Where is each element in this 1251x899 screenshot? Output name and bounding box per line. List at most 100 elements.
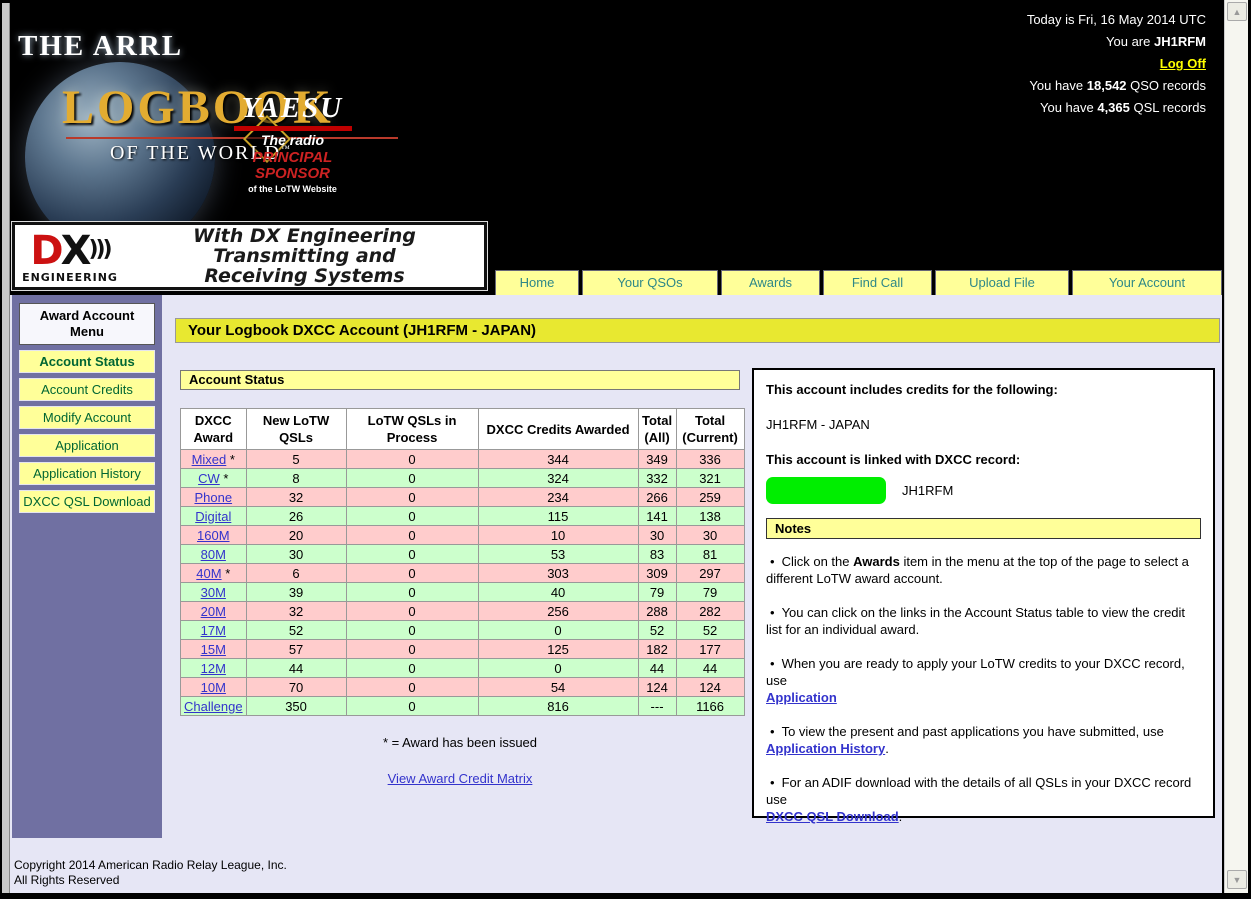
note3-pre: When you are ready to apply your LoTW cr…: [766, 656, 1185, 688]
in-process-cell: 0: [346, 602, 478, 621]
new-qsls-cell: 44: [246, 659, 346, 678]
award-link[interactable]: Digital: [195, 509, 231, 524]
nav-tab-your-account[interactable]: Your Account: [1072, 270, 1222, 295]
yaesu-sponsor-text: SPONSOR: [255, 165, 330, 182]
scroll-down-icon[interactable]: ▼: [1227, 870, 1247, 889]
sidebar-item-application[interactable]: Application: [19, 434, 155, 457]
table-row: 20M 32 0 256 288 282: [181, 602, 745, 621]
sidebar-item-dxcc-qsl-download[interactable]: DXCC QSL Download: [19, 490, 155, 513]
dx-banner-tagline: With DX Engineering Transmitting and Rec…: [125, 226, 484, 286]
total-all-cell: 52: [638, 621, 676, 640]
note1-emphasis: Awards: [853, 554, 900, 569]
note1-pre: Click on the: [782, 554, 854, 569]
award-link[interactable]: Challenge: [184, 699, 243, 714]
yaesu-principal-text: PRINCIPAL: [253, 149, 333, 166]
new-qsls-cell: 26: [246, 507, 346, 526]
award-cell: 80M: [181, 545, 247, 564]
total-all-cell: 44: [638, 659, 676, 678]
sidebar-item-modify-account[interactable]: Modify Account: [19, 406, 155, 429]
user-callsign: JH1RFM: [1154, 34, 1206, 49]
in-process-cell: 0: [346, 469, 478, 488]
award-link[interactable]: 160M: [197, 528, 230, 543]
sidebar-item-application-history[interactable]: Application History: [19, 462, 155, 485]
award-link[interactable]: 80M: [201, 547, 226, 562]
table-row: CW * 8 0 324 332 321: [181, 469, 745, 488]
log-off-link[interactable]: Log Off: [1160, 56, 1206, 71]
bullet-icon: •: [770, 605, 775, 620]
matrix-link-row: View Award Credit Matrix: [180, 771, 740, 786]
credits-awarded-cell: 125: [478, 640, 638, 659]
linked-heading: This account is linked with DXCC record:: [766, 452, 1201, 467]
award-link[interactable]: CW: [198, 471, 220, 486]
award-link[interactable]: 12M: [201, 661, 226, 676]
award-link[interactable]: 20M: [201, 604, 226, 619]
award-cell: Mixed *: [181, 450, 247, 469]
qsl-count: 4,365: [1097, 100, 1130, 115]
view-award-credit-matrix-link[interactable]: View Award Credit Matrix: [388, 771, 533, 786]
credits-awarded-cell: 234: [478, 488, 638, 507]
user-session-info: Today is Fri, 16 May 2014 UTC You are JH…: [1027, 9, 1206, 119]
credits-awarded-cell: 53: [478, 545, 638, 564]
nav-tab-home[interactable]: Home: [495, 270, 579, 295]
main-content: Award Account Menu Account Status Accoun…: [10, 295, 1222, 893]
bullet-icon: •: [770, 656, 775, 671]
dx-engineering-text: ENGINEERING: [15, 272, 125, 283]
qsl-records-line: You have 4,365 QSL records: [1027, 97, 1206, 119]
dx-letter-d: D: [30, 228, 60, 274]
in-process-cell: 0: [346, 640, 478, 659]
yaesu-sponsor-logo: YAESU The radio PRINCIPAL SPONSOR of the…: [225, 92, 360, 194]
award-cell: 15M: [181, 640, 247, 659]
award-link[interactable]: 30M: [201, 585, 226, 600]
nav-tab-find-call[interactable]: Find Call: [823, 270, 932, 295]
table-header-row: DXCC Award New LoTW QSLs LoTW QSLs in Pr…: [181, 409, 745, 450]
new-qsls-cell: 70: [246, 678, 346, 697]
vertical-scrollbar[interactable]: ▲ ▼: [1224, 0, 1248, 893]
award-link[interactable]: 10M: [201, 680, 226, 695]
new-qsls-cell: 5: [246, 450, 346, 469]
table-row: 30M 39 0 40 79 79: [181, 583, 745, 602]
nav-tab-your-qsos[interactable]: Your QSOs: [582, 270, 718, 295]
award-cell: 17M: [181, 621, 247, 640]
total-current-cell: 52: [676, 621, 744, 640]
award-cell: 40M *: [181, 564, 247, 583]
bullet-icon: •: [770, 775, 775, 790]
sidebar-item-account-credits[interactable]: Account Credits: [19, 378, 155, 401]
note-application-history: •To view the present and past applicatio…: [766, 723, 1201, 757]
award-cell: 12M: [181, 659, 247, 678]
application-history-link[interactable]: Application History: [766, 741, 885, 756]
award-link[interactable]: 40M: [196, 566, 221, 581]
copyright-line1: Copyright 2014 American Radio Relay Leag…: [14, 858, 287, 873]
nav-tab-upload-file[interactable]: Upload File: [935, 270, 1069, 295]
award-link[interactable]: Phone: [194, 490, 232, 505]
credits-awarded-cell: 256: [478, 602, 638, 621]
dx-engineering-banner[interactable]: DX))) ENGINEERING With DX Engineering Tr…: [12, 222, 487, 290]
dx-letters: DX))): [30, 228, 109, 274]
award-link[interactable]: Mixed: [192, 452, 227, 467]
application-link[interactable]: Application: [766, 690, 837, 705]
total-current-cell: 1166: [676, 697, 744, 716]
note2-text: You can click on the links in the Accoun…: [766, 605, 1185, 637]
total-all-cell: 141: [638, 507, 676, 526]
in-process-cell: 0: [346, 488, 478, 507]
award-link[interactable]: 15M: [201, 642, 226, 657]
scroll-up-icon[interactable]: ▲: [1227, 2, 1247, 21]
note5-pre: For an ADIF download with the details of…: [766, 775, 1191, 807]
award-cell: 30M: [181, 583, 247, 602]
dxcc-qsl-download-link[interactable]: DXCC QSL Download: [766, 809, 899, 824]
site-header: THE ARRL LOGBOOK OF THE WORLD™ YAESU The…: [10, 4, 1222, 295]
total-current-cell: 30: [676, 526, 744, 545]
new-qsls-cell: 52: [246, 621, 346, 640]
bullet-icon: •: [770, 724, 775, 739]
in-process-cell: 0: [346, 450, 478, 469]
credits-awarded-cell: 115: [478, 507, 638, 526]
total-current-cell: 177: [676, 640, 744, 659]
new-qsls-cell: 20: [246, 526, 346, 545]
award-link[interactable]: 17M: [201, 623, 226, 638]
linked-callsign: JH1RFM: [902, 483, 953, 498]
linked-record-row: JH1RFM: [766, 477, 1201, 504]
table-row: Mixed * 5 0 344 349 336: [181, 450, 745, 469]
sidebar-item-account-status[interactable]: Account Status: [19, 350, 155, 373]
nav-tab-awards[interactable]: Awards: [721, 270, 820, 295]
new-qsls-cell: 32: [246, 488, 346, 507]
award-cell: Digital: [181, 507, 247, 526]
